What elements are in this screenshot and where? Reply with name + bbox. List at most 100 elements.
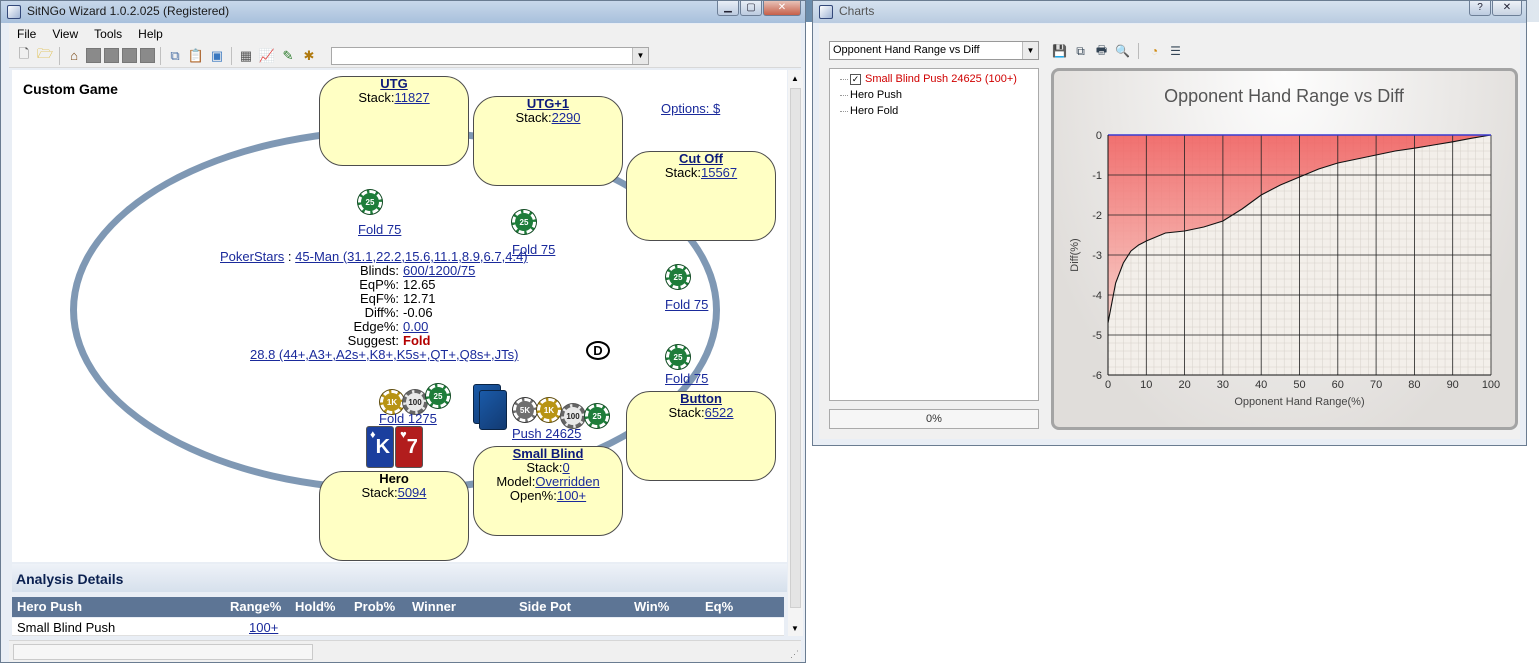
charts-close-button[interactable]: ✕ xyxy=(1492,1,1522,16)
series-label: Hero Push xyxy=(850,89,902,101)
seat-name[interactable]: Button xyxy=(627,392,775,406)
new-file-icon[interactable]: 🗋 xyxy=(15,46,33,65)
col-hold[interactable]: Hold% xyxy=(295,599,335,614)
card-rank: K xyxy=(375,435,391,458)
stack-label: Stack: xyxy=(526,460,563,475)
open-folder-icon[interactable]: 🗁 xyxy=(36,46,54,65)
disabled-tool-4-icon[interactable] xyxy=(140,48,155,63)
seat-name[interactable]: Hero xyxy=(320,472,468,486)
save-icon[interactable]: 💾 xyxy=(1051,43,1068,59)
row-range-link[interactable]: 100+ xyxy=(249,620,278,635)
x-tick-label: 20 xyxy=(1178,379,1190,391)
menu-tools[interactable]: Tools xyxy=(86,27,130,41)
open-value[interactable]: 100+ xyxy=(557,488,586,503)
eqf-value: 12.71 xyxy=(403,291,436,306)
print-icon[interactable]: 🖶 xyxy=(1093,43,1110,59)
list-item[interactable]: Hero Fold xyxy=(836,103,1038,119)
list-item[interactable]: Hero Push xyxy=(836,87,1038,103)
seat-name[interactable]: UTG+1 xyxy=(474,97,622,111)
resize-grip-icon[interactable]: ⋰ xyxy=(790,649,799,660)
table-scrollbar[interactable]: ▲ ▼ xyxy=(788,70,803,636)
wizard-icon[interactable]: ✱ xyxy=(300,47,318,65)
menu-view[interactable]: View xyxy=(44,27,86,41)
edit-icon[interactable]: ✎ xyxy=(279,47,297,65)
col-range[interactable]: Range% xyxy=(230,599,281,614)
maximize-button[interactable]: ▢ xyxy=(740,1,762,16)
model-value[interactable]: Overridden xyxy=(535,474,599,489)
series-tree: ✓ Small Blind Push 24625 (100+) Hero Pus… xyxy=(829,68,1039,401)
seat-utg[interactable]: UTG Stack:11827 xyxy=(319,76,469,166)
col-winner[interactable]: Winner xyxy=(412,599,456,614)
seat-button[interactable]: Button Stack:6522 xyxy=(626,391,776,481)
sitngo-wizard-window: SitNGo Wizard 1.0.2.025 (Registered) ▁ ▢… xyxy=(0,0,806,663)
stack-value[interactable]: 11827 xyxy=(394,90,429,105)
main-title-bar[interactable]: SitNGo Wizard 1.0.2.025 (Registered) ▁ ▢… xyxy=(1,1,805,23)
paste-icon[interactable]: 📋 xyxy=(187,47,205,65)
y-tick-label: -1 xyxy=(1092,170,1102,182)
list-item[interactable]: ✓ Small Blind Push 24625 (100+) xyxy=(836,71,1038,87)
stack-value[interactable]: 0 xyxy=(562,460,569,475)
seat-hero[interactable]: Hero Stack:5094 xyxy=(319,471,469,561)
menu-file[interactable]: File xyxy=(9,27,44,41)
help-button[interactable]: ? xyxy=(1469,1,1491,16)
disabled-tool-1-icon[interactable] xyxy=(86,48,101,63)
close-button[interactable]: ✕ xyxy=(763,1,801,16)
series-checkbox[interactable]: ✓ xyxy=(850,73,861,85)
screenshot-icon[interactable]: ▣ xyxy=(208,47,226,65)
legend-icon[interactable]: ☰ xyxy=(1167,43,1184,59)
edge-value[interactable]: 0.00 xyxy=(403,320,580,334)
x-tick-label: 30 xyxy=(1217,379,1229,391)
copy-icon[interactable]: ⧉ xyxy=(166,47,184,65)
print-preview-icon[interactable]: 🔍 xyxy=(1114,43,1131,59)
seat-name[interactable]: Cut Off xyxy=(627,152,775,166)
seat-small-blind[interactable]: Small Blind Stack:0 Model:Overridden Ope… xyxy=(473,446,623,536)
col-win[interactable]: Win% xyxy=(634,599,669,614)
col-eq[interactable]: Eq% xyxy=(705,599,733,614)
disabled-tool-2-icon[interactable] xyxy=(104,48,119,63)
stack-value[interactable]: 5094 xyxy=(398,485,427,500)
stack-label: Stack: xyxy=(358,90,395,105)
col-side-pot[interactable]: Side Pot xyxy=(519,599,571,614)
x-tick-label: 70 xyxy=(1370,379,1382,391)
minimize-button[interactable]: ▁ xyxy=(717,1,739,16)
disabled-tool-3-icon[interactable] xyxy=(122,48,137,63)
pie-chart-icon[interactable]: ◔ xyxy=(1146,43,1163,59)
bet-button[interactable]: Fold 75 xyxy=(665,371,708,386)
x-tick-label: 60 xyxy=(1332,379,1344,391)
stack-value[interactable]: 2290 xyxy=(552,110,581,125)
seat-utg1[interactable]: UTG+1 Stack:2290 xyxy=(473,96,623,186)
hand-history-select[interactable]: ▼ xyxy=(331,46,649,65)
options-link[interactable]: Options: $ xyxy=(661,101,720,116)
stack-value[interactable]: 6522 xyxy=(705,405,734,420)
toolbar: 🗋 🗁 ⌂ ⧉ 📋 ▣ ▦ 📈 ✎ ✱ ▼ xyxy=(9,44,801,68)
game-title: Custom Game xyxy=(23,81,118,97)
structure-link[interactable]: 45-Man (31.1,22.2,15.6,11.1,8.9,6.7,4.4) xyxy=(295,249,527,264)
seat-name[interactable]: Small Blind xyxy=(474,447,622,461)
series-label: Small Blind Push 24625 (100+) xyxy=(865,73,1017,85)
bet-hero[interactable]: Fold 1275 xyxy=(379,411,437,426)
stack-value[interactable]: 15567 xyxy=(701,165,737,180)
copy-icon[interactable]: ⧉ xyxy=(1072,43,1089,59)
bet-cut-off[interactable]: Fold 75 xyxy=(665,297,708,312)
menu-help[interactable]: Help xyxy=(130,27,171,41)
push-range-link[interactable]: 28.8 (44+,A3+,A2s+,K8+,K5s+,QT+,Q8s+,JTs… xyxy=(250,347,518,362)
x-tick-label: 0 xyxy=(1105,379,1111,391)
seat-cut-off[interactable]: Cut Off Stack:15567 xyxy=(626,151,776,241)
col-prob[interactable]: Prob% xyxy=(354,599,395,614)
charts-title-bar[interactable]: Charts ? ✕ xyxy=(813,1,1526,23)
chart-type-select[interactable]: Opponent Hand Range vs Diff ▼ xyxy=(829,41,1039,60)
chart-toolbar: 💾 ⧉ 🖶 🔍 ◔ ☰ xyxy=(1051,43,1184,59)
blinds-value[interactable]: 600/1200/75 xyxy=(403,264,580,278)
site-link[interactable]: PokerStars xyxy=(220,249,284,264)
col-hero-push[interactable]: Hero Push xyxy=(17,599,82,614)
seat-name[interactable]: UTG xyxy=(320,77,468,91)
bet-small-blind[interactable]: Push 24625 xyxy=(512,426,581,441)
calculator-icon[interactable]: ▦ xyxy=(237,47,255,65)
chart-icon[interactable]: 📈 xyxy=(258,47,276,65)
scroll-up-icon[interactable]: ▲ xyxy=(791,74,799,83)
table-row[interactable]: Small Blind Push 100+ xyxy=(12,618,784,636)
bet-utg[interactable]: Fold 75 xyxy=(358,222,401,237)
scroll-down-icon[interactable]: ▼ xyxy=(791,624,799,633)
scroll-thumb[interactable] xyxy=(790,88,801,608)
home-icon[interactable]: ⌂ xyxy=(65,47,83,65)
